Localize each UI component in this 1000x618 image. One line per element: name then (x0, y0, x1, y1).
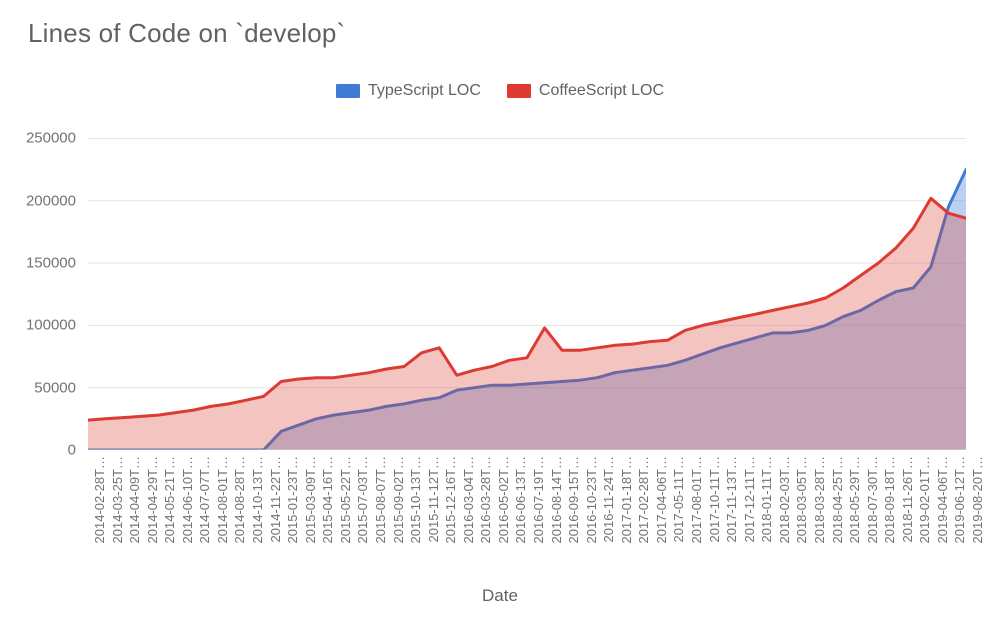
x-tick: 2019-06-12T… (952, 456, 967, 543)
x-tick: 2018-03-05T… (794, 456, 809, 543)
x-tick: 2014-06-10T… (180, 456, 195, 543)
x-tick: 2014-05-21T… (162, 456, 177, 543)
y-axis-ticks: 050000100000150000200000250000 (0, 126, 84, 450)
x-tick: 2016-09-15T… (566, 456, 581, 543)
x-tick: 2014-02-28T… (92, 456, 107, 543)
x-tick: 2018-05-29T… (847, 456, 862, 543)
x-tick: 2015-03-09T… (303, 456, 318, 543)
y-tick: 0 (68, 442, 76, 459)
x-tick: 2018-01-11T… (759, 456, 774, 542)
x-tick: 2018-11-26T… (900, 456, 915, 542)
x-tick: 2016-07-19T… (531, 456, 546, 543)
x-tick: 2015-05-22T… (338, 456, 353, 543)
x-tick: 2017-08-01T… (689, 456, 704, 543)
x-tick: 2018-03-28T… (812, 456, 827, 543)
x-tick: 2015-04-16T… (320, 456, 335, 543)
legend-swatch-cs (507, 84, 531, 98)
x-tick: 2015-01-23T… (285, 456, 300, 543)
x-tick: 2017-04-06T… (654, 456, 669, 543)
x-tick: 2017-05-11T… (671, 456, 686, 542)
legend-item-coffeescript: CoffeeScript LOC (507, 82, 664, 100)
x-tick: 2015-11-12T… (426, 456, 441, 542)
x-tick: 2019-04-06T… (935, 456, 950, 543)
y-tick: 250000 (26, 130, 76, 147)
x-tick: 2017-10-11T… (707, 456, 722, 542)
x-tick: 2014-11-22T… (268, 456, 283, 542)
y-tick: 200000 (26, 192, 76, 209)
y-tick: 100000 (26, 317, 76, 334)
x-tick: 2015-09-02T… (391, 456, 406, 543)
x-tick: 2016-03-28T… (478, 456, 493, 543)
x-tick: 2017-11-13T… (724, 456, 739, 542)
x-tick: 2016-05-02T… (496, 456, 511, 543)
x-tick: 2018-02-03T… (777, 456, 792, 543)
x-tick: 2017-12-11T… (742, 456, 757, 542)
x-tick: 2016-10-23T… (584, 456, 599, 543)
legend-label-cs: CoffeeScript LOC (539, 82, 664, 100)
x-axis-label: Date (0, 586, 1000, 606)
x-tick: 2015-07-03T… (355, 456, 370, 543)
x-tick: 2016-11-24T… (601, 456, 616, 542)
legend: TypeScript LOC CoffeeScript LOC (0, 82, 1000, 100)
x-tick: 2018-07-30T… (865, 456, 880, 543)
x-tick: 2014-03-25T… (110, 456, 125, 543)
x-tick: 2018-04-25T… (830, 456, 845, 543)
x-tick: 2014-08-01T… (215, 456, 230, 543)
chart-title: Lines of Code on `develop` (28, 18, 345, 49)
x-tick: 2017-02-28T… (636, 456, 651, 543)
legend-label-ts: TypeScript LOC (368, 82, 481, 100)
x-axis-ticks: 2014-02-28T…2014-03-25T…2014-04-09T…2014… (88, 456, 966, 584)
x-tick: 2016-03-04T… (461, 456, 476, 543)
x-tick: 2014-10-13T… (250, 456, 265, 543)
x-tick: 2019-02-01T… (917, 456, 932, 543)
x-tick: 2019-08-20T… (970, 456, 985, 543)
plot-area (88, 126, 966, 450)
x-tick: 2015-10-13T… (408, 456, 423, 543)
x-tick: 2014-07-07T… (197, 456, 212, 543)
y-tick: 150000 (26, 255, 76, 272)
x-tick: 2016-06-13T… (513, 456, 528, 543)
x-tick: 2014-04-29T… (145, 456, 160, 543)
legend-item-typescript: TypeScript LOC (336, 82, 481, 100)
x-tick: 2014-08-28T… (232, 456, 247, 543)
x-tick: 2014-04-09T… (127, 456, 142, 543)
x-tick: 2016-08-14T… (549, 456, 564, 543)
x-tick: 2018-09-18T… (882, 456, 897, 543)
y-tick: 50000 (34, 379, 76, 396)
x-tick: 2015-12-16T… (443, 456, 458, 543)
legend-swatch-ts (336, 84, 360, 98)
x-tick: 2017-01-18T… (619, 456, 634, 543)
x-tick: 2015-08-07T… (373, 456, 388, 543)
